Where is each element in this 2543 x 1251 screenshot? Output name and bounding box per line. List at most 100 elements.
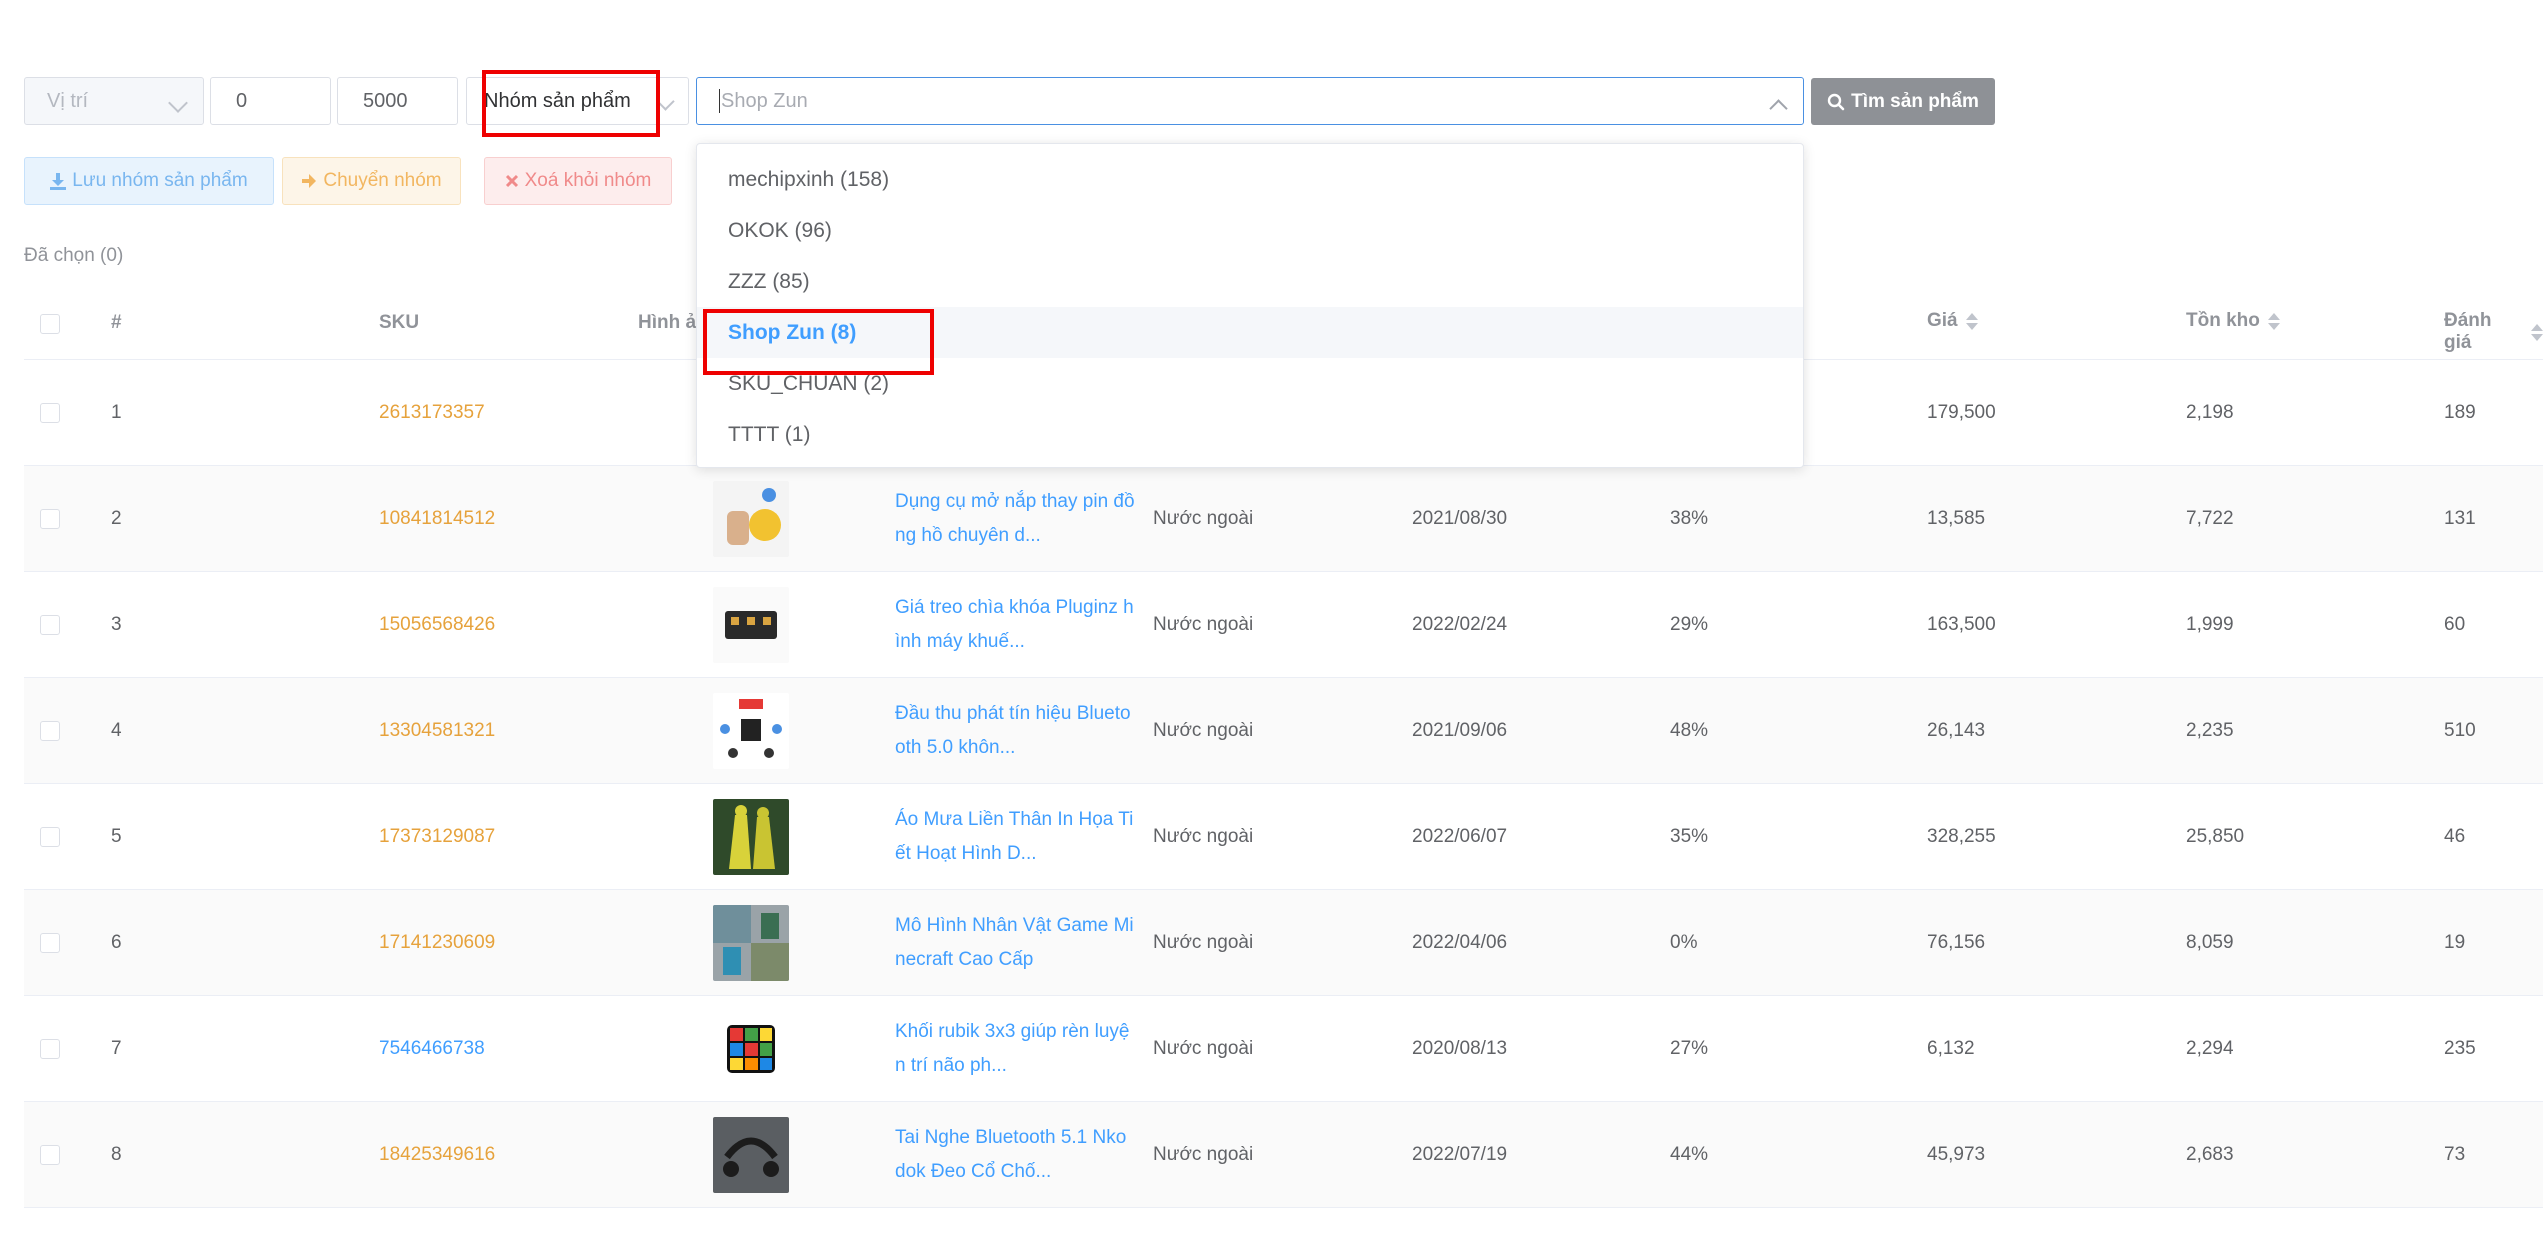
sort-icon[interactable]: [2531, 323, 2543, 341]
dropdown-option[interactable]: OKOK (96): [697, 205, 1803, 256]
row-date: 2022/02/24: [1412, 613, 1508, 635]
row-checkbox[interactable]: [40, 932, 60, 953]
max-value-input[interactable]: 5000: [337, 77, 458, 125]
row-rating: 60: [2444, 613, 2466, 635]
row-percent: 44%: [1670, 1143, 1709, 1165]
product-group-select-label: Nhóm sản phẩm: [484, 89, 631, 112]
sort-icon[interactable]: [2267, 312, 2280, 330]
header-image: Hình ả: [638, 312, 697, 333]
product-name-link[interactable]: Giá treo chìa khóa Pluginz hình máy khuế…: [895, 591, 1135, 659]
product-thumbnail[interactable]: [713, 480, 789, 557]
row-checkbox[interactable]: [40, 1144, 60, 1165]
table-row: 2 10841814512 Dụng cụ mở nắp thay pin đồ…: [24, 466, 2543, 572]
row-checkbox[interactable]: [40, 508, 60, 529]
row-stock: 2,198: [2186, 401, 2234, 423]
select-all-checkbox[interactable]: [40, 314, 60, 334]
arrow-right-icon: [302, 174, 317, 188]
row-sku-link[interactable]: 17141230609: [379, 890, 495, 995]
product-thumbnail[interactable]: [713, 798, 789, 875]
header-stock[interactable]: Tồn kho: [2186, 310, 2280, 332]
dropdown-option-selected[interactable]: Shop Zun (8): [697, 307, 1803, 358]
row-stock: 2,235: [2186, 719, 2234, 741]
header-sku: SKU: [379, 312, 420, 333]
row-sku-link[interactable]: 15056568426: [379, 572, 495, 677]
row-index: 2: [111, 507, 122, 529]
product-name-link[interactable]: Tai Nghe Bluetooth 5.1 Nkodok Đeo Cổ Chố…: [895, 1121, 1135, 1189]
chevron-down-icon: [168, 93, 188, 113]
row-sku-link[interactable]: 10841814512: [379, 466, 495, 571]
row-rating: 73: [2444, 1143, 2466, 1165]
row-index: 8: [111, 1143, 122, 1165]
product-thumbnail[interactable]: [713, 586, 789, 663]
row-sku-link[interactable]: 13304581321: [379, 678, 495, 783]
product-thumbnail[interactable]: [713, 692, 789, 769]
row-sku-link[interactable]: 7546466738: [379, 996, 485, 1101]
row-sku-link[interactable]: 18425349616: [379, 1102, 495, 1207]
row-origin: Nước ngoài: [1153, 1143, 1254, 1165]
header-rating[interactable]: Đánh giá: [2444, 310, 2543, 354]
table-row: 5 17373129087 Áo Mưa Liền Thân In Họa Ti…: [24, 784, 2543, 890]
table-row: 3 15056568426 Giá treo chìa khóa Pluginz…: [24, 572, 2543, 678]
product-thumbnail[interactable]: [713, 1116, 789, 1193]
row-checkbox[interactable]: [40, 1038, 60, 1059]
product-name-link[interactable]: Khối rubik 3x3 giúp rèn luyện trí não ph…: [895, 1015, 1135, 1083]
row-percent: 38%: [1670, 507, 1709, 529]
shop-group-search-placeholder: Shop Zun: [721, 89, 808, 112]
text-cursor: [719, 89, 720, 113]
close-icon: [505, 174, 518, 188]
table-row: 4 13304581321 Đầu thu phát tín hiệu Blue…: [24, 678, 2543, 784]
row-rating: 189: [2444, 401, 2476, 423]
row-price: 6,132: [1927, 1037, 1975, 1059]
position-select[interactable]: Vị trí: [24, 77, 204, 125]
dropdown-option[interactable]: TTTT (1): [697, 409, 1803, 460]
shop-group-search-select[interactable]: Shop Zun: [696, 77, 1804, 125]
product-thumbnail[interactable]: [713, 1010, 789, 1087]
row-index: 7: [111, 1037, 122, 1059]
row-price: 13,585: [1927, 507, 1986, 529]
product-thumbnail[interactable]: [713, 904, 789, 981]
dropdown-option[interactable]: mechipxinh (158): [697, 154, 1803, 205]
row-origin: Nước ngoài: [1153, 825, 1254, 847]
row-sku-link[interactable]: 17373129087: [379, 784, 495, 889]
sort-icon[interactable]: [1965, 312, 1978, 330]
row-date: 2022/06/07: [1412, 825, 1508, 847]
min-value-text: 0: [236, 89, 248, 112]
row-checkbox[interactable]: [40, 614, 60, 635]
row-origin: Nước ngoài: [1153, 1037, 1254, 1059]
save-product-group-label: Lưu nhóm sản phẩm: [72, 170, 248, 191]
header-price[interactable]: Giá: [1927, 310, 1978, 332]
row-origin: Nước ngoài: [1153, 719, 1254, 741]
table-row: 7 7546466738 Khối rubik 3x3 giúp rèn luy…: [24, 996, 2543, 1102]
product-name-link[interactable]: Đầu thu phát tín hiệu Bluetooth 5.0 khôn…: [895, 697, 1135, 765]
find-products-button[interactable]: Tìm sản phẩm: [1811, 78, 1995, 125]
header-rating-label: Đánh giá: [2444, 310, 2492, 353]
row-stock: 7,722: [2186, 507, 2234, 529]
move-group-label: Chuyển nhóm: [323, 170, 442, 191]
row-price: 45,973: [1927, 1143, 1986, 1165]
remove-from-group-button[interactable]: Xoá khỏi nhóm: [484, 157, 672, 205]
row-checkbox[interactable]: [40, 720, 60, 741]
row-price: 163,500: [1927, 613, 1996, 635]
row-checkbox[interactable]: [40, 826, 60, 847]
dropdown-option[interactable]: ZZZ (85): [697, 256, 1803, 307]
product-name-link[interactable]: Áo Mưa Liền Thân In Họa Tiết Hoạt Hình D…: [895, 803, 1135, 871]
save-product-group-button[interactable]: Lưu nhóm sản phẩm: [24, 157, 274, 205]
search-icon: [1827, 93, 1845, 110]
move-group-button[interactable]: Chuyển nhóm: [282, 157, 461, 205]
product-name-link[interactable]: Dụng cụ mở nắp thay pin đồng hồ chuyên d…: [895, 485, 1135, 553]
row-checkbox[interactable]: [40, 402, 60, 423]
row-rating: 235: [2444, 1037, 2476, 1059]
row-percent: 27%: [1670, 1037, 1709, 1059]
min-value-input[interactable]: 0: [210, 77, 331, 125]
chevron-down-icon: [656, 92, 675, 111]
row-price: 76,156: [1927, 931, 1986, 953]
row-stock: 25,850: [2186, 825, 2245, 847]
product-name-link[interactable]: Mô Hình Nhân Vật Game Minecraft Cao Cấp: [895, 909, 1135, 977]
selected-count: Đã chọn (0): [24, 245, 124, 266]
product-group-select[interactable]: Nhóm sản phẩm: [466, 77, 689, 125]
row-rating: 131: [2444, 507, 2476, 529]
dropdown-option[interactable]: SKU_CHUAN (2): [697, 358, 1803, 409]
row-index: 4: [111, 719, 122, 741]
row-sku-link[interactable]: 2613173357: [379, 360, 485, 465]
row-index: 3: [111, 613, 122, 635]
